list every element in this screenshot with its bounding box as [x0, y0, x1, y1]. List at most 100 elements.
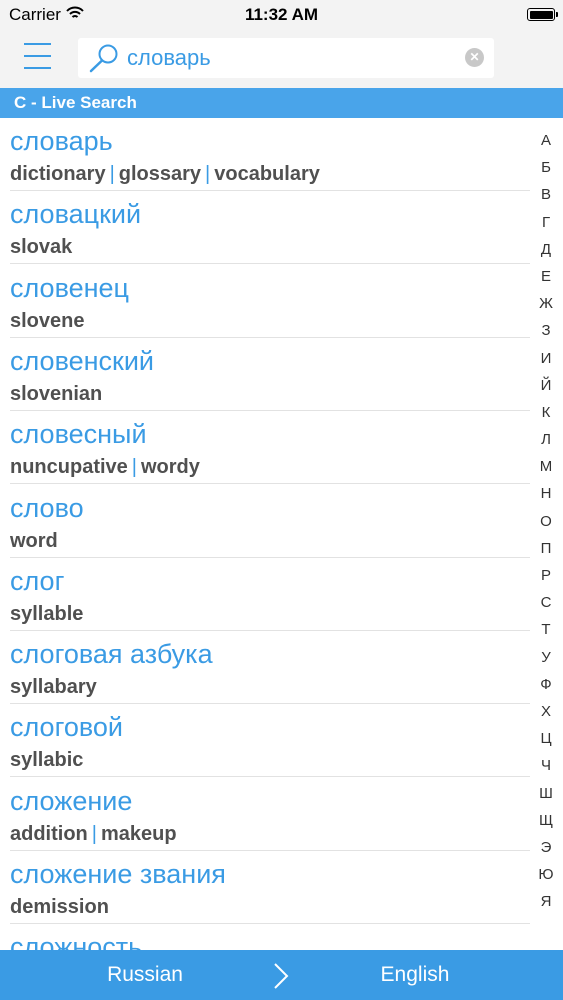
- search-box: ✕: [78, 38, 494, 78]
- list-item[interactable]: слоговой syllabic: [0, 704, 530, 778]
- index-letter[interactable]: Г: [531, 209, 561, 236]
- list-item[interactable]: сложение addition | makeup: [0, 778, 530, 851]
- translation-separator: |: [205, 163, 211, 185]
- entry-translation: word: [10, 530, 58, 553]
- entry-word: слог: [10, 565, 65, 596]
- entry-translation: syllabary: [10, 676, 97, 699]
- translation-term: glossary: [118, 163, 202, 185]
- index-letter[interactable]: Ч: [531, 752, 561, 779]
- entry-word: словацкий: [10, 199, 142, 230]
- index-letter[interactable]: И: [531, 345, 561, 372]
- entry-word: слоговая азбука: [10, 639, 213, 670]
- index-letter[interactable]: Э: [531, 834, 561, 861]
- entry-translation: slovenian: [10, 383, 102, 406]
- translation-term: slovenian: [10, 382, 103, 405]
- list-item[interactable]: словенец slovene: [0, 265, 530, 338]
- index-letter[interactable]: Ф: [531, 671, 561, 698]
- index-letter[interactable]: Т: [531, 616, 561, 643]
- entry-word: словесный: [10, 419, 147, 450]
- translation-term: makeup: [100, 822, 177, 845]
- list-item[interactable]: сложность: [0, 924, 530, 950]
- index-letter[interactable]: О: [531, 508, 561, 535]
- entry-word: словенец: [10, 272, 130, 303]
- source-language-button[interactable]: Russian: [60, 950, 230, 1000]
- entry-word: словенский: [10, 345, 155, 376]
- translation-term: syllabary: [10, 676, 97, 699]
- list-item[interactable]: слоговая азбука syllabary: [0, 631, 530, 705]
- index-letter[interactable]: Й: [531, 372, 561, 399]
- status-bar: Carrier 11:32 AM: [0, 0, 563, 30]
- translation-term: slovak: [10, 236, 73, 259]
- translation-term: addition: [10, 822, 88, 845]
- translation-term: demission: [10, 896, 109, 918]
- search-input[interactable]: [127, 41, 447, 75]
- list-item[interactable]: сложение звания demission: [0, 851, 530, 924]
- translation-separator: |: [109, 163, 115, 185]
- clear-search-button[interactable]: ✕: [465, 48, 484, 67]
- entry-word: сложность: [10, 932, 143, 950]
- index-letter[interactable]: Р: [531, 562, 561, 589]
- results-list: словарь dictionary | glossary | vocabulary сло…: [0, 118, 563, 950]
- translation-separator: |: [91, 822, 97, 845]
- index-letter[interactable]: Х: [531, 698, 561, 725]
- translation-term: wordy: [141, 456, 200, 479]
- translation-term: slovene: [10, 309, 85, 332]
- entry-word: слово: [10, 492, 84, 523]
- section-header: С - Live Search: [0, 88, 563, 118]
- entry-word: сложение: [10, 785, 133, 816]
- index-letter[interactable]: Ж: [531, 290, 561, 317]
- index-letter[interactable]: Ш: [531, 780, 561, 807]
- entry-word: словарь: [10, 126, 113, 156]
- index-letter[interactable]: Н: [531, 480, 561, 507]
- translation-term: word: [10, 529, 58, 552]
- index-letter[interactable]: Б: [531, 154, 561, 181]
- index-letter[interactable]: Ц: [531, 725, 561, 752]
- hamburger-icon: [24, 43, 51, 45]
- index-letter[interactable]: Ю: [531, 861, 561, 888]
- status-time: 11:32 AM: [244, 5, 319, 24]
- index-letter[interactable]: Д: [531, 236, 561, 263]
- alphabet-index: АБВГДЕЖЗИЙКЛМНОПРСТУФХЦЧШЩЭЮЯ: [531, 127, 561, 917]
- index-letter[interactable]: Щ: [531, 807, 561, 834]
- index-letter[interactable]: С: [531, 589, 561, 616]
- list-item[interactable]: словесный nuncupative | wordy: [0, 411, 530, 485]
- index-letter[interactable]: Е: [531, 263, 561, 290]
- index-letter[interactable]: К: [531, 399, 561, 426]
- index-letter[interactable]: М: [531, 453, 561, 480]
- entry-translation: slovak: [10, 236, 72, 259]
- entry-translation: syllabic: [10, 749, 83, 772]
- list-item[interactable]: словарь dictionary | glossary | vocabulary: [0, 118, 530, 191]
- index-letter[interactable]: У: [531, 644, 561, 671]
- index-letter[interactable]: Л: [531, 426, 561, 453]
- entry-translation: demission: [10, 896, 109, 919]
- list-item[interactable]: слог syllable: [0, 558, 530, 631]
- translation-term: dictionary: [10, 163, 106, 185]
- clear-icon: ✕: [469, 50, 480, 64]
- swap-languages-button[interactable]: [272, 962, 290, 996]
- entry-translation: addition | makeup: [10, 823, 177, 846]
- menu-button[interactable]: [20, 40, 56, 74]
- list-item[interactable]: слово word: [0, 485, 530, 558]
- entry-word: сложение звания: [10, 859, 226, 889]
- translation-separator: |: [131, 456, 137, 479]
- translation-term: vocabulary: [214, 163, 320, 185]
- entry-translation: syllable: [10, 603, 83, 626]
- list-item[interactable]: словенский slovenian: [0, 338, 530, 411]
- list-item[interactable]: словацкий slovak: [0, 191, 530, 265]
- translation-term: nuncupative: [10, 456, 128, 479]
- entry-translation: nuncupative | wordy: [10, 456, 200, 479]
- index-letter[interactable]: П: [531, 535, 561, 562]
- search-icon: [88, 43, 120, 78]
- index-letter[interactable]: В: [531, 181, 561, 208]
- index-letter[interactable]: Я: [531, 888, 561, 915]
- index-letter[interactable]: З: [531, 317, 561, 344]
- index-letter[interactable]: А: [531, 127, 561, 154]
- battery-icon: [527, 8, 558, 21]
- entry-translation: dictionary | glossary | vocabulary: [10, 163, 320, 186]
- entry-word: слоговой: [10, 712, 123, 743]
- entry-translation: slovene: [10, 310, 84, 333]
- chevron-right-icon: [274, 963, 289, 989]
- navigation-bar: ✕: [0, 30, 563, 88]
- target-language-button[interactable]: English: [330, 950, 500, 1000]
- translation-term: syllable: [10, 602, 84, 625]
